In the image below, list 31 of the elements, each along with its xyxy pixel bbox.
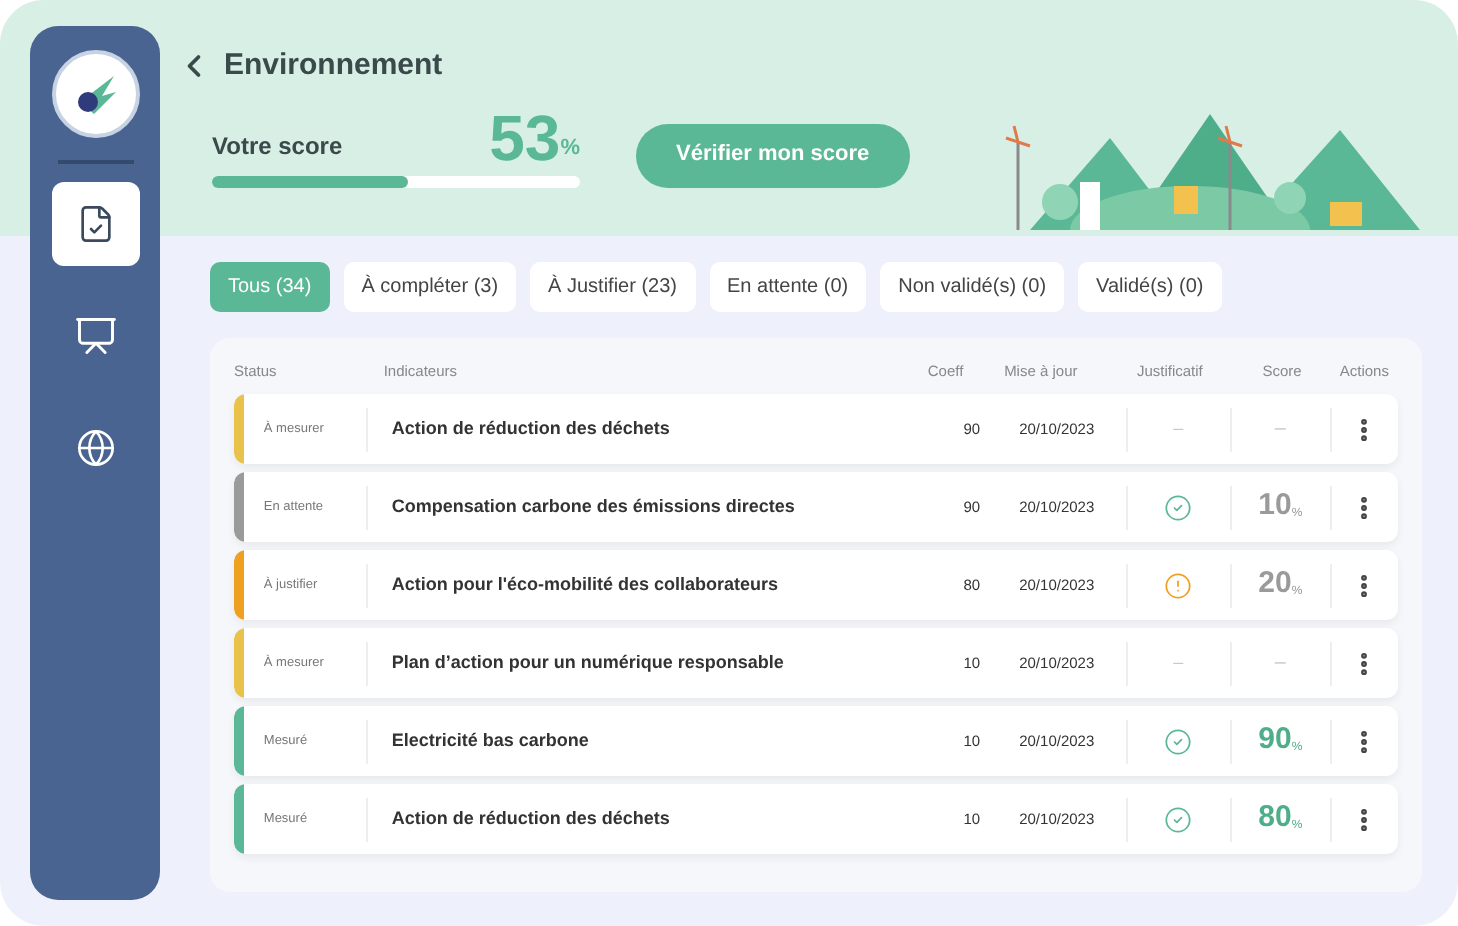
- score-unit: %: [560, 134, 580, 164]
- score-cell-text: 10: [1258, 486, 1292, 527]
- filter-tab[interactable]: En attente (0): [709, 262, 867, 312]
- filter-tab[interactable]: À compléter (3): [343, 262, 517, 312]
- indicator-name: Action de réduction des déchets: [389, 415, 672, 442]
- score-cell-text: 20: [1258, 564, 1292, 605]
- indicator-name: Electricité bas carbone: [389, 727, 591, 754]
- score-cell-text: –: [1274, 416, 1286, 444]
- warning-circle-icon: [1164, 571, 1193, 599]
- empty-dash: –: [1173, 415, 1184, 442]
- indicator-name: Compensation carbone des émissions directes: [389, 493, 797, 520]
- indicator-name: Plan d’action pour un numérique responsable: [389, 649, 786, 676]
- document-check-icon: [75, 204, 115, 244]
- indicator-name: Action pour l'éco-mobilité des collaborateurs: [389, 571, 781, 598]
- chart-board-icon: [73, 314, 117, 358]
- globe-icon: [75, 428, 115, 468]
- check-circle-icon: [1164, 805, 1193, 833]
- sidebar-item[interactable]: [51, 182, 139, 266]
- score-label: Votre score: [212, 129, 343, 163]
- check-circle-icon: [1164, 493, 1193, 521]
- filter-tab[interactable]: À Justifier (23): [530, 262, 696, 312]
- score-cell-text: 90: [1258, 720, 1292, 761]
- score-value: 53: [489, 103, 561, 171]
- score-cell-text: –: [1274, 650, 1286, 678]
- filter-tab[interactable]: Non validé(s) (0): [880, 262, 1065, 312]
- page-title: Environnement: [224, 46, 443, 86]
- empty-dash: –: [1173, 649, 1184, 676]
- score-cell-text: 80: [1258, 798, 1292, 839]
- check-circle-icon: [1164, 727, 1193, 755]
- indicator-name: Action de réduction des déchets: [389, 805, 672, 832]
- filter-tab[interactable]: Validé(s) (0): [1078, 262, 1222, 312]
